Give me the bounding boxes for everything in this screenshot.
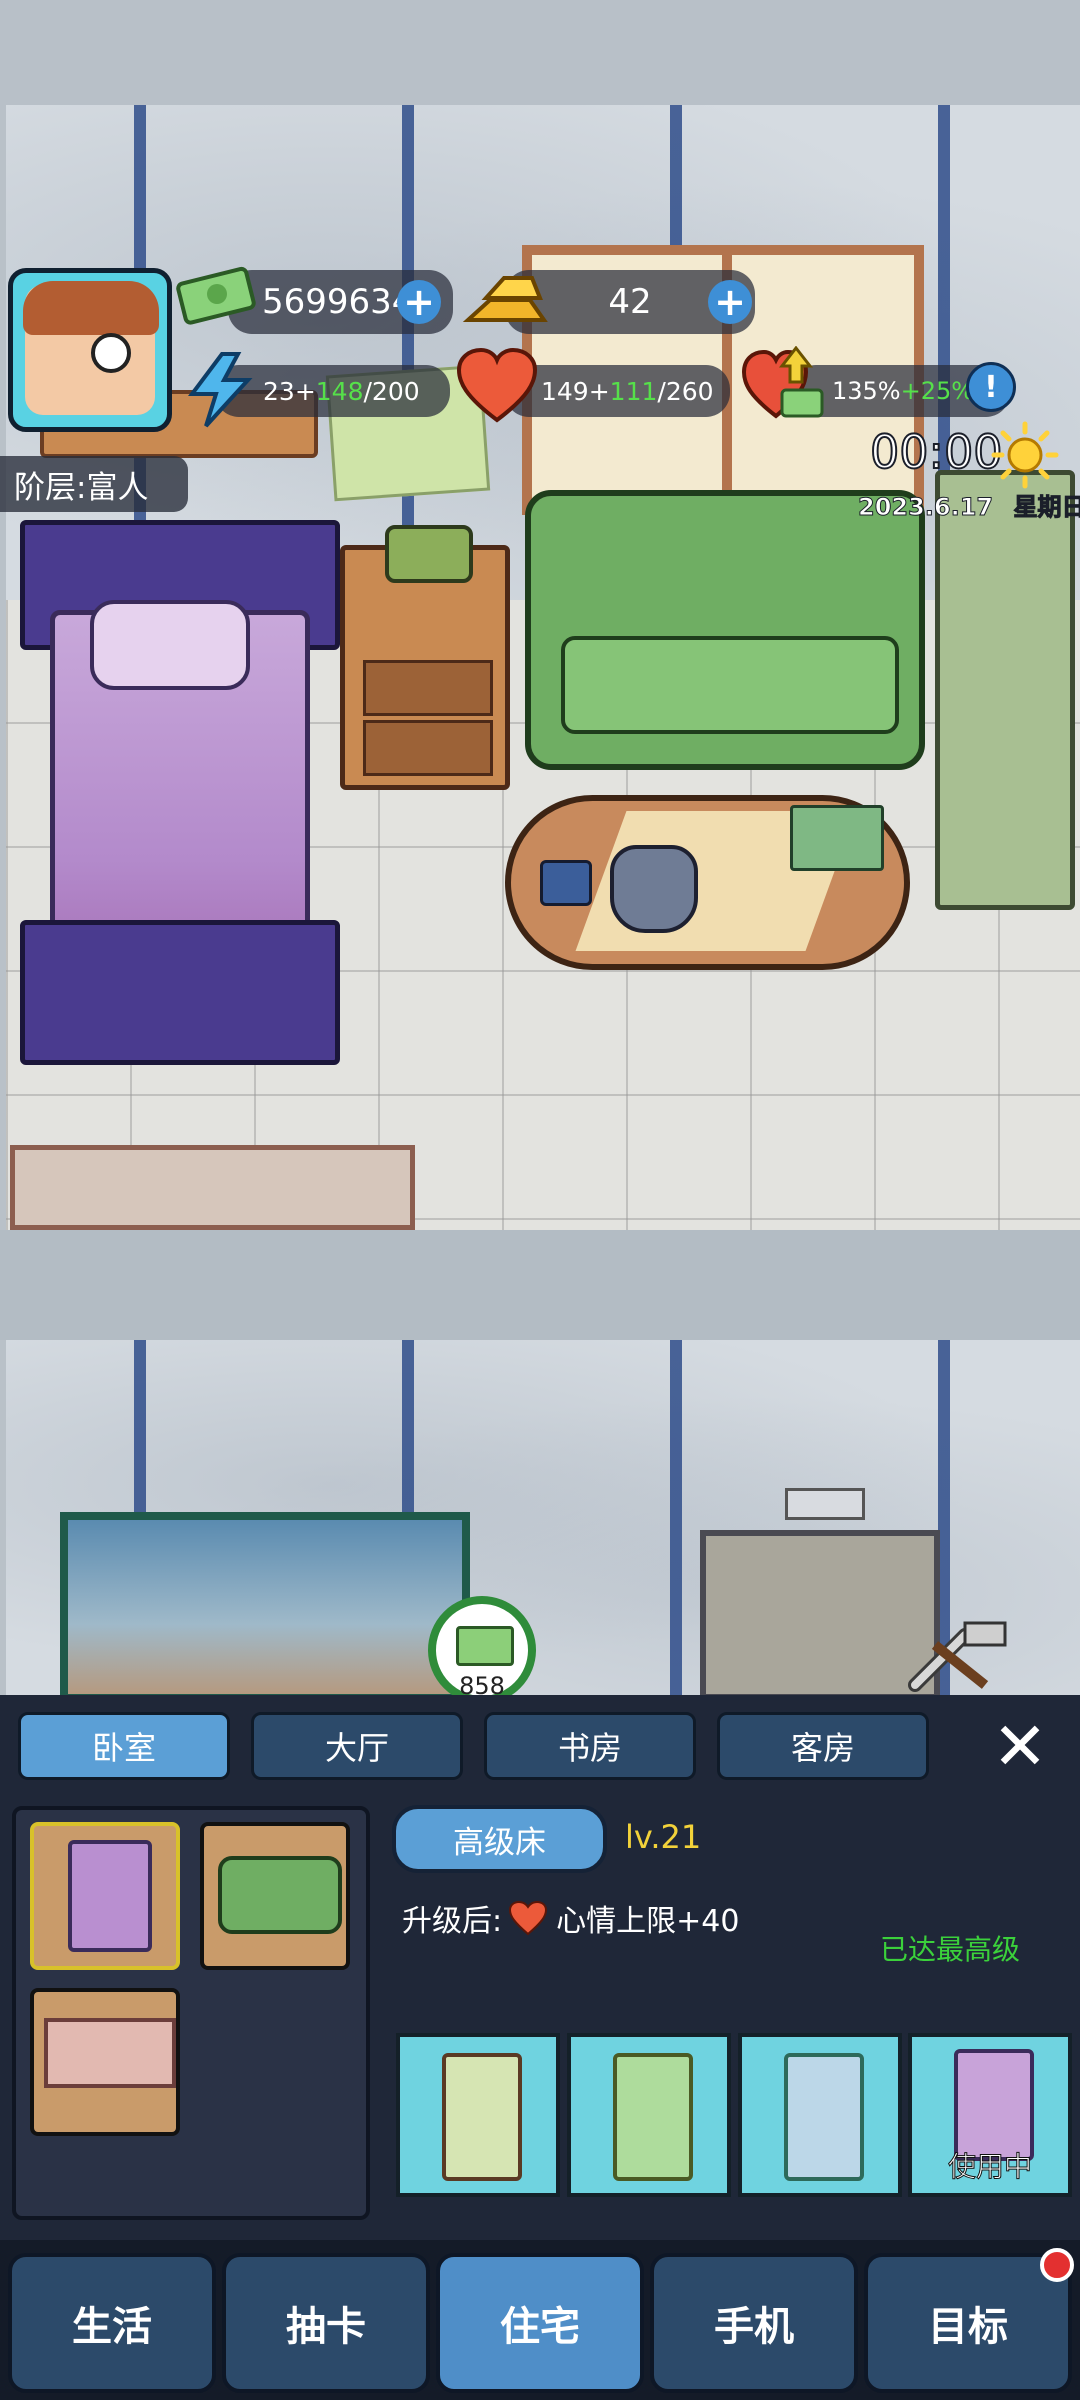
tab-living-room[interactable]: 大厅 [251, 1712, 463, 1780]
sun-icon [990, 420, 1060, 490]
add-money-button[interactable]: + [397, 280, 441, 324]
elevator-sign [785, 1488, 865, 1520]
mood-value: 135% [832, 377, 901, 405]
weekday-value: 星期日 [1013, 493, 1080, 522]
max-level-label: 已达最高级 [880, 1933, 1021, 1966]
tissue-box [790, 805, 884, 871]
radio [385, 525, 473, 583]
nav-residence[interactable]: 住宅 [436, 2253, 644, 2393]
nav-gacha[interactable]: 抽卡 [222, 2253, 430, 2393]
bed-variant-3[interactable] [738, 2033, 902, 2197]
furniture-thumb-sofa[interactable] [200, 1822, 350, 1970]
health-slash: / [657, 376, 666, 406]
nav-life[interactable]: 生活 [8, 2253, 216, 2393]
energy-slash: / [363, 376, 372, 406]
nav-phone[interactable]: 手机 [650, 2253, 858, 2393]
mood-info-button[interactable]: ! [966, 362, 1016, 412]
mug [540, 860, 592, 906]
lightning-icon [178, 350, 260, 430]
money-value: 5699634 [262, 282, 414, 322]
tv-screen [60, 1512, 470, 1700]
add-gold-button[interactable]: + [708, 280, 752, 324]
cabinet[interactable] [935, 470, 1075, 910]
furniture-thumb-bed[interactable] [30, 1822, 180, 1970]
social-class-label: 阶层:富人 [0, 456, 188, 512]
bed[interactable] [20, 520, 340, 1070]
furniture-name: 高级床 [392, 1805, 607, 1873]
tab-study[interactable]: 书房 [484, 1712, 696, 1780]
date-value: 2023.6.17 [857, 493, 994, 522]
energy-base: 23 [263, 376, 295, 406]
energy-plus-sign: + [294, 376, 316, 406]
divider-ceiling [0, 1230, 1080, 1340]
room-scene: 858 [0, 0, 1080, 1700]
mood-bonus: +25% [900, 377, 975, 405]
teapot [610, 845, 698, 933]
ceiling-strip [0, 0, 1080, 110]
nav-goals[interactable]: 目标 [864, 2253, 1072, 2393]
upgrade-prefix: 升级后: [402, 1904, 503, 1939]
bed-variant-4[interactable]: 使用中 [908, 2033, 1072, 2197]
furniture-thumb-door[interactable] [30, 1988, 180, 2136]
bed-variant-1[interactable] [396, 2033, 560, 2197]
alert-glyph: ! [984, 369, 998, 405]
date-label: 2023.6.17 星期日 [857, 487, 1080, 523]
energy-max: 200 [371, 376, 420, 406]
small-heart-icon [508, 1900, 548, 1936]
tab-bedroom[interactable]: 卧室 [18, 1712, 230, 1780]
upgrade-effect: 心情上限+40 [556, 1904, 740, 1939]
clock-time: 00:00 [869, 424, 1004, 480]
income-bubble[interactable]: 858 [428, 1596, 536, 1700]
upgrade-info: 升级后: 心情上限+40 [402, 1896, 739, 1940]
money-stack-icon [456, 1626, 514, 1666]
mood-heart-cash-icon [740, 345, 828, 430]
avatar[interactable] [8, 268, 172, 432]
furniture-level: lv.21 [625, 1818, 702, 1856]
in-use-label: 使用中 [947, 2150, 1032, 2184]
health-base: 149 [541, 376, 589, 406]
bed-variant-2[interactable] [567, 2033, 731, 2197]
lower-door [10, 1145, 415, 1230]
health-bonus: 111 [609, 376, 658, 406]
health-max: 260 [665, 376, 714, 406]
cash-icon [175, 262, 261, 330]
heart-icon [455, 346, 539, 426]
energy-bonus: 148 [315, 376, 364, 406]
wrench-hammer-icon[interactable] [895, 1615, 1015, 1695]
health-plus-sign: + [588, 376, 610, 406]
tab-guest-room[interactable]: 客房 [717, 1712, 929, 1780]
notification-dot [1040, 2248, 1074, 2282]
gold-value: 42 [608, 282, 652, 322]
close-icon[interactable]: ✕ [978, 1708, 1062, 1785]
sofa[interactable] [525, 490, 925, 770]
gold-bars-icon [460, 262, 552, 334]
